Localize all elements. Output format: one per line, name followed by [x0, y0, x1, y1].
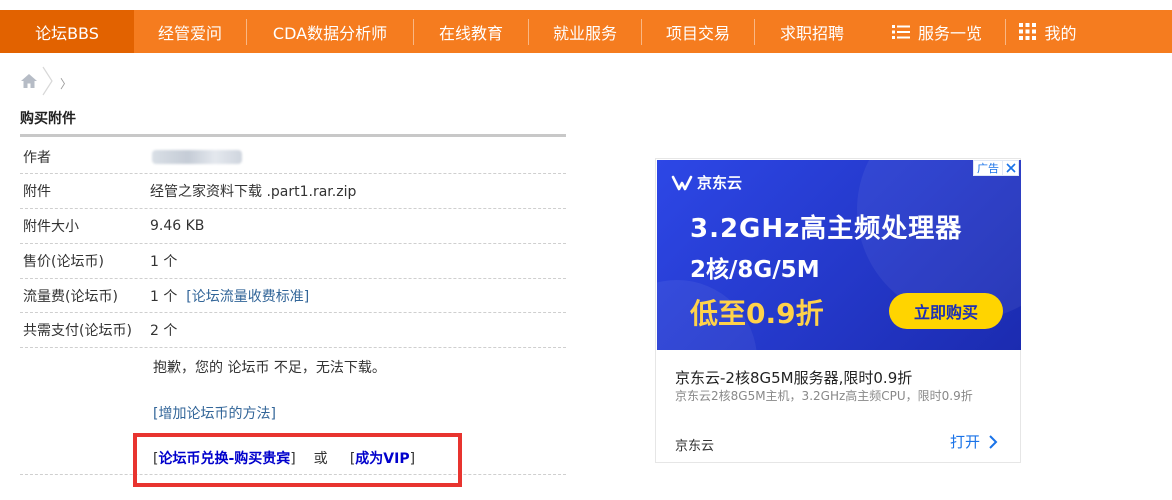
- ad-banner[interactable]: 京东云 3.2GHz高主频处理器 2核/8G/5M 低至0.9折 立即购买: [657, 160, 1021, 350]
- highlight-box: [133, 433, 462, 487]
- title-divider: [20, 134, 566, 137]
- row-label: 售价(论坛币): [23, 254, 104, 270]
- list-icon: [891, 24, 910, 40]
- row-value: 9.46 KB: [150, 218, 205, 234]
- nav-item-recruit[interactable]: 求职招聘: [755, 10, 869, 53]
- row-value: 经管之家资料下载 .part1.rar.zip: [150, 184, 357, 200]
- insufficient-balance-message: 抱歉，您的 论坛币 不足，无法下载。: [153, 360, 386, 376]
- row-value: 1 个 [论坛流量收费标准]: [150, 286, 309, 306]
- info-row-size: 附件大小 9.46 KB: [20, 209, 566, 244]
- row-label: 附件: [23, 184, 51, 200]
- ad-tag: 广告: [973, 160, 1019, 176]
- chevron-right-icon: [989, 434, 998, 449]
- increase-coins-method-link[interactable]: 增加论坛币的方法: [158, 406, 270, 422]
- info-row-total: 共需支付(论坛币) 2 个: [20, 313, 566, 348]
- nav-label: 在线教育: [438, 23, 503, 43]
- ad-open-button[interactable]: 打开: [950, 431, 1000, 452]
- nav-item-projects[interactable]: 项目交易: [642, 10, 754, 53]
- nav-item-ask[interactable]: 经管爱问: [134, 10, 246, 53]
- ad-description: 京东云2核8G5M主机，3.2GHz高主频CPU，限时0.9折: [675, 389, 973, 403]
- nav-label: 求职招聘: [779, 23, 844, 43]
- row-value: 2 个: [150, 323, 178, 339]
- jdcloud-logo: 京东云: [671, 172, 742, 193]
- ad-headline-3: 低至0.9折: [690, 297, 824, 330]
- info-row-author: 作者: [20, 140, 566, 174]
- breadcrumb: 〉: [20, 66, 72, 100]
- ad-title[interactable]: 京东云-2核8G5M服务器,限时0.9折: [675, 367, 912, 388]
- ad-brand-label: 京东云: [697, 174, 743, 192]
- nav-label: 项目交易: [665, 23, 730, 43]
- row-label: 作者: [23, 149, 51, 166]
- nav-label: CDA数据分析师: [272, 23, 388, 43]
- nav-item-cda[interactable]: CDA数据分析师: [247, 10, 413, 53]
- ad-headline-2: 2核/8G/5M: [690, 257, 820, 283]
- nav-item-education[interactable]: 在线教育: [414, 10, 528, 53]
- page-title: 购买附件: [20, 111, 76, 127]
- row-label: 附件大小: [23, 219, 79, 235]
- ad-open-label: 打开: [949, 433, 980, 451]
- nav-item-bbs[interactable]: 论坛BBS: [0, 10, 134, 53]
- nav-item-services[interactable]: 服务一览: [869, 10, 1005, 53]
- top-navigation: 论坛BBS 经管爱问 CDA数据分析师 在线教育 就业服务 项目交易 求职招聘 …: [0, 10, 1172, 53]
- nav-item-jobs[interactable]: 就业服务: [529, 10, 641, 53]
- nav-label: 服务一览: [917, 23, 982, 43]
- grid-icon: [1019, 23, 1037, 40]
- breadcrumb-chevron-icon: 〉: [60, 76, 73, 91]
- home-icon[interactable]: [20, 72, 38, 94]
- row-value: 1 个: [150, 254, 178, 270]
- nav-item-mine[interactable]: 我的: [1006, 10, 1090, 53]
- nav-label: 经管爱问: [157, 23, 222, 43]
- jdcloud-logo-icon: [671, 175, 693, 190]
- breadcrumb-separator-icon: [38, 66, 56, 100]
- info-row-price: 售价(论坛币) 1 个: [20, 244, 566, 279]
- redacted-blur: [152, 149, 242, 164]
- row-label: 共需支付(论坛币): [23, 323, 132, 339]
- nav-label: 就业服务: [552, 23, 617, 43]
- method-link-wrapper: [增加论坛币的方法]: [153, 406, 276, 422]
- close-icon[interactable]: [1003, 160, 1019, 176]
- ad-headline-1: 3.2GHz高主频处理器: [690, 214, 963, 244]
- author-name-redacted: [150, 149, 242, 164]
- nav-label: 论坛BBS: [35, 23, 99, 43]
- info-row-traffic: 流量费(论坛币) 1 个 [论坛流量收费标准]: [20, 279, 566, 313]
- traffic-fee-value: 1 个: [150, 288, 178, 305]
- nav-label: 我的: [1044, 23, 1077, 43]
- ad-label: 广告: [973, 160, 1003, 176]
- ad-buy-now-button[interactable]: 立即购买: [889, 293, 1003, 329]
- row-label: 流量费(论坛币): [23, 288, 118, 305]
- advertisement[interactable]: 京东云 3.2GHz高主频处理器 2核/8G/5M 低至0.9折 立即购买 广告…: [655, 158, 1021, 463]
- info-row-attachment: 附件 经管之家资料下载 .part1.rar.zip: [20, 174, 566, 209]
- ad-source: 京东云: [675, 439, 715, 454]
- traffic-fee-standard-link[interactable]: [论坛流量收费标准]: [186, 289, 309, 305]
